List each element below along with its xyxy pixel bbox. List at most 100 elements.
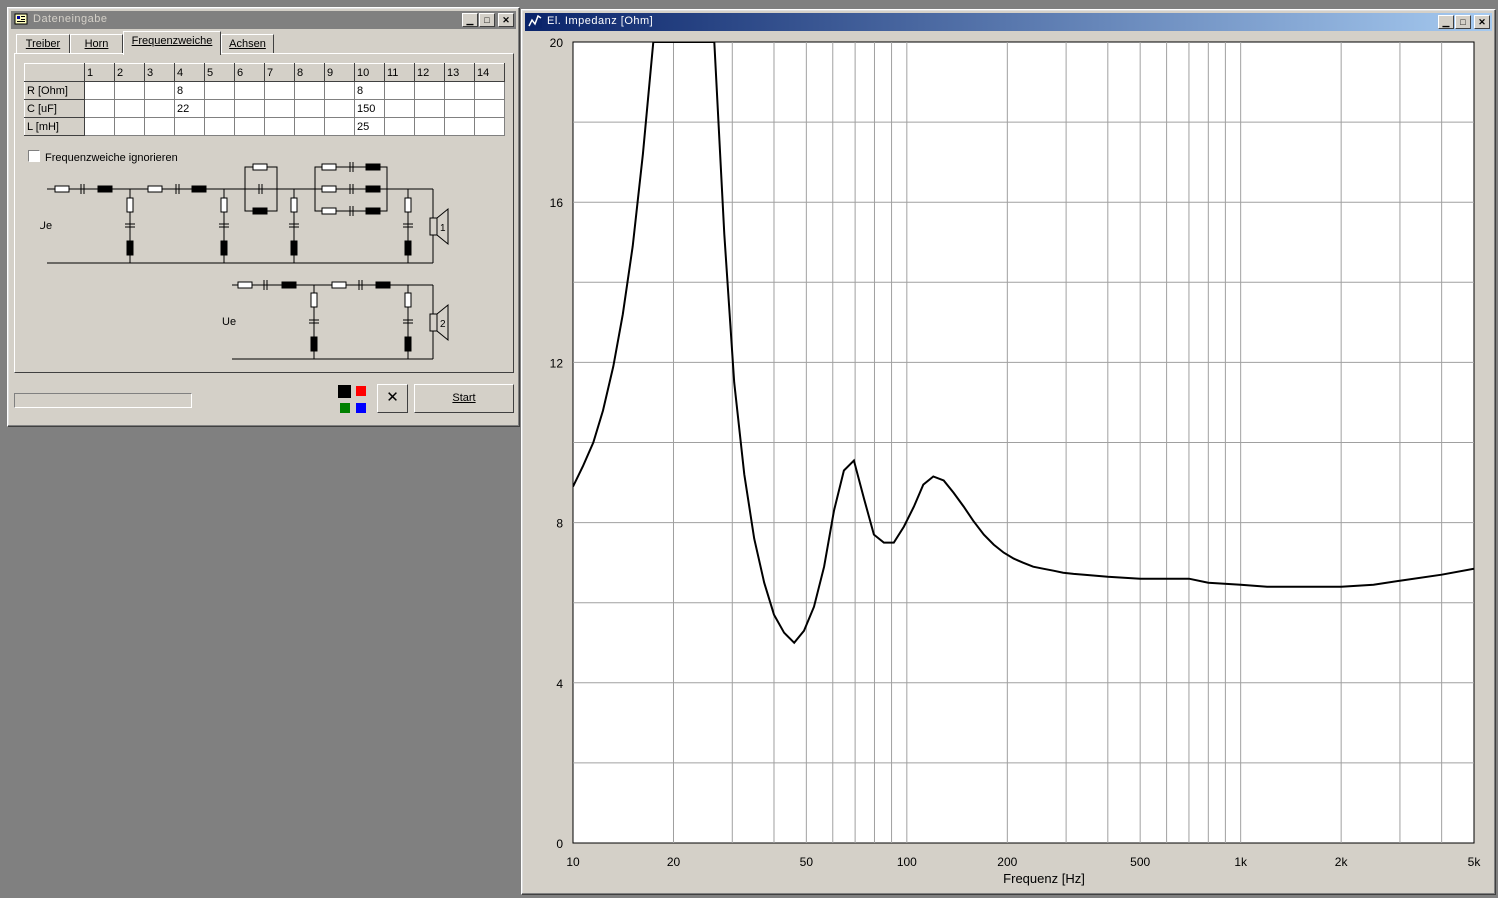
- table-row-l: L [mH] 25: [24, 117, 505, 136]
- close-button[interactable]: ✕: [1474, 15, 1490, 29]
- table-cell[interactable]: [474, 81, 505, 100]
- cancel-button[interactable]: ✕: [377, 384, 408, 413]
- col-header: 8: [294, 63, 325, 82]
- table-cell[interactable]: [324, 99, 355, 118]
- table-cell[interactable]: [414, 117, 445, 136]
- table-cell[interactable]: [114, 81, 145, 100]
- col-header: 9: [324, 63, 355, 82]
- y-tick-label: 20: [550, 36, 564, 50]
- table-cell[interactable]: 22: [174, 99, 205, 118]
- row-header: R [Ohm]: [24, 81, 85, 100]
- table-cell[interactable]: 150: [354, 99, 385, 118]
- table-cell[interactable]: [444, 99, 475, 118]
- tab-achsen[interactable]: Achsen: [221, 34, 274, 54]
- table-cell[interactable]: [444, 117, 475, 136]
- col-header: 4: [174, 63, 205, 82]
- x-tick-label: 20: [667, 855, 681, 869]
- speaker-1-label: 1: [440, 223, 446, 234]
- table-cell[interactable]: [84, 117, 115, 136]
- table-cell[interactable]: [294, 81, 325, 100]
- chart-window-title: El. Impedanz [Ohm]: [547, 15, 654, 27]
- table-cell[interactable]: [324, 81, 355, 100]
- maximize-button[interactable]: □: [1455, 15, 1471, 29]
- table-cell[interactable]: [474, 117, 505, 136]
- table-cell[interactable]: [144, 81, 175, 100]
- table-cell[interactable]: [204, 117, 235, 136]
- row-header: C [uF]: [24, 99, 85, 118]
- table-cell[interactable]: [144, 99, 175, 118]
- minimize-button[interactable]: ▁: [462, 13, 478, 27]
- tab-frequenzweiche[interactable]: Frequenzweiche: [123, 31, 221, 55]
- col-header: 13: [444, 63, 475, 82]
- x-tick-label: 200: [997, 855, 1017, 869]
- chart-app-icon: [528, 14, 542, 28]
- tab-horn[interactable]: Horn: [70, 34, 123, 54]
- progress-bar: [14, 393, 192, 408]
- table-cell[interactable]: [84, 99, 115, 118]
- color-swatch-red[interactable]: [356, 386, 366, 396]
- row-header: L [mH]: [24, 117, 85, 136]
- table-cell[interactable]: [294, 117, 325, 136]
- tab-treiber[interactable]: Treiber: [16, 34, 70, 54]
- table-cell[interactable]: 8: [354, 81, 385, 100]
- y-tick-label: 0: [556, 837, 563, 851]
- table-cell[interactable]: [264, 117, 295, 136]
- start-button[interactable]: Start: [414, 384, 514, 413]
- col-header: 2: [114, 63, 145, 82]
- table-corner: [24, 63, 85, 82]
- crossover-schematic: Ue Ue 1 2: [40, 162, 449, 360]
- table-cell[interactable]: [414, 99, 445, 118]
- table-cell[interactable]: [384, 117, 415, 136]
- close-button[interactable]: ✕: [498, 13, 514, 27]
- app-icon: [14, 13, 28, 25]
- table-cell[interactable]: [414, 81, 445, 100]
- table-cell[interactable]: [204, 99, 235, 118]
- component-table: 1 2 3 4 5 6 7 8 9 10 11 12 13 14 R [Ohm]…: [24, 63, 505, 136]
- table-cell[interactable]: [204, 81, 235, 100]
- table-cell[interactable]: [384, 81, 415, 100]
- col-header: 10: [354, 63, 385, 82]
- table-cell[interactable]: [264, 99, 295, 118]
- data-input-titlebar[interactable]: Dateneingabe ▁ □ ✕: [11, 11, 516, 29]
- x-tick-label: 5k: [1468, 855, 1482, 869]
- chart-titlebar[interactable]: El. Impedanz [Ohm] ▁ □ ✕: [525, 13, 1492, 31]
- color-swatch-blue[interactable]: [356, 403, 366, 413]
- table-cell[interactable]: 25: [354, 117, 385, 136]
- table-cell[interactable]: [474, 99, 505, 118]
- window-title: Dateneingabe: [33, 13, 108, 25]
- table-cell[interactable]: [84, 81, 115, 100]
- table-cell[interactable]: [264, 81, 295, 100]
- table-cell[interactable]: [324, 117, 355, 136]
- x-tick-label: 2k: [1335, 855, 1349, 869]
- input-label-2: Ue: [222, 316, 236, 328]
- x-tick-label: 10: [566, 855, 580, 869]
- table-cell[interactable]: [384, 99, 415, 118]
- table-cell[interactable]: 8: [174, 81, 205, 100]
- y-tick-label: 8: [556, 517, 563, 531]
- table-cell[interactable]: [294, 99, 325, 118]
- y-tick-label: 4: [556, 677, 563, 691]
- x-tick-label: 50: [800, 855, 814, 869]
- color-swatch-green[interactable]: [340, 403, 350, 413]
- table-cell[interactable]: [144, 117, 175, 136]
- table-cell[interactable]: [234, 99, 265, 118]
- col-header: 3: [144, 63, 175, 82]
- table-cell[interactable]: [114, 99, 145, 118]
- ignore-crossover-checkbox[interactable]: [28, 150, 40, 162]
- maximize-button[interactable]: □: [479, 13, 495, 27]
- input-label-1: Ue: [40, 220, 52, 232]
- y-tick-label: 12: [550, 356, 564, 370]
- table-cell[interactable]: [444, 81, 475, 100]
- col-header: 1: [84, 63, 115, 82]
- y-tick-label: 16: [550, 196, 564, 210]
- table-cell[interactable]: [114, 117, 145, 136]
- col-header: 7: [264, 63, 295, 82]
- table-cell[interactable]: [234, 81, 265, 100]
- col-header: 14: [474, 63, 505, 82]
- color-swatch-black[interactable]: [338, 385, 351, 398]
- x-tick-label: 1k: [1234, 855, 1248, 869]
- table-cell[interactable]: [174, 117, 205, 136]
- x-axis-label: Frequenz [Hz]: [1003, 871, 1085, 886]
- minimize-button[interactable]: ▁: [1438, 15, 1454, 29]
- table-cell[interactable]: [234, 117, 265, 136]
